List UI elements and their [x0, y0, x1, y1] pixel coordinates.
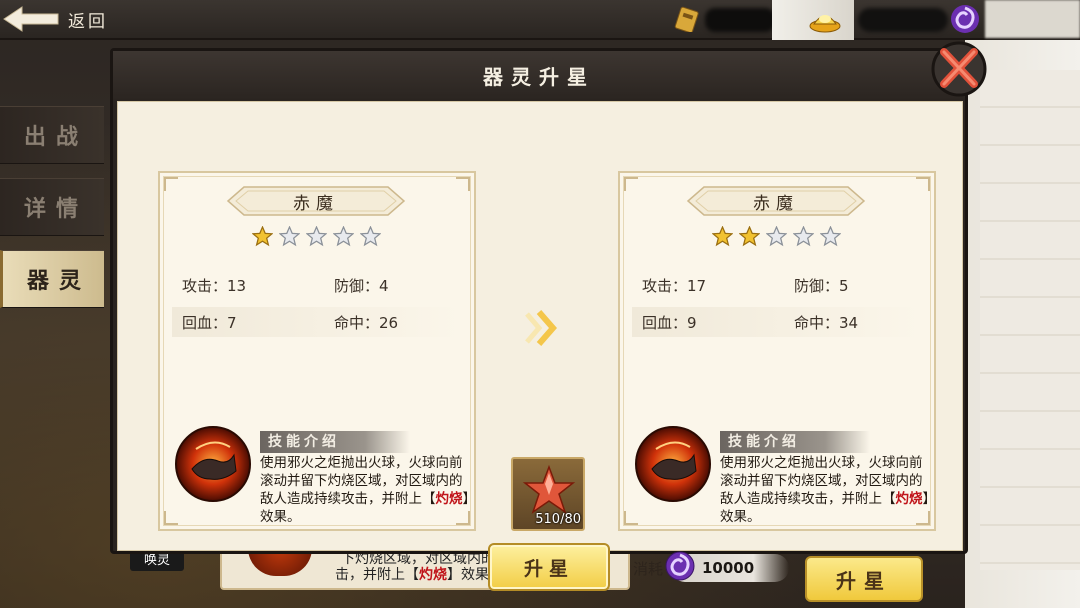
skill-intro-heading: 技能介绍: [720, 431, 870, 453]
cost-value: 10000: [702, 559, 755, 577]
back-arrow-icon: [3, 6, 59, 32]
top-bar: 返回: [0, 0, 1080, 40]
background-skill-text: 下灼烧区域，对区域内的敌人造成持续攻 击，并附上【灼烧】效果。: [335, 551, 593, 584]
stat-row: 攻击：13 防御：4: [172, 270, 462, 300]
material-count: 510/80: [535, 512, 581, 527]
hit-stat: 命中：26: [334, 313, 399, 332]
spirit-counter-blurred: [985, 0, 1080, 38]
name-plate: 赤魔: [226, 183, 406, 219]
tab-spirit[interactable]: 器灵: [0, 250, 104, 308]
star-empty-icon: [820, 226, 841, 247]
star-empty-icon: [766, 226, 787, 247]
star-rating: [252, 226, 381, 250]
current-spirit-card: 赤魔 攻击：13 防御：4 回血：7 命中：26 技能介绍 使用邪火之炬抛出火球…: [158, 171, 476, 531]
upgrade-material-slot[interactable]: 510/80: [511, 457, 585, 531]
tab-deploy[interactable]: 出战: [0, 106, 104, 164]
name-plate: 赤魔: [686, 183, 866, 219]
background-upgrade-button: 升星: [805, 556, 923, 602]
upgrade-star-button[interactable]: 升星: [488, 543, 610, 591]
cost-label: 消耗: [633, 560, 664, 578]
card-corner-ornament: [164, 511, 178, 525]
card-corner-ornament: [624, 511, 638, 525]
skill-keyword: 灼烧: [435, 491, 463, 507]
hit-stat: 命中：34: [794, 313, 859, 332]
gold-ingot-icon: [809, 15, 841, 33]
resource-counter-blurred: [705, 8, 775, 32]
skill-description: 使用邪火之炬抛出火球，火球向前滚动并留下灼烧区域，对区域内的敌人造成持续攻击，并…: [260, 454, 474, 526]
star-empty-icon: [793, 226, 814, 247]
skill-keyword: 灼烧: [895, 491, 923, 507]
spirit-orb-icon: [951, 5, 979, 33]
side-tabs: 出战 详情 器灵: [0, 106, 104, 322]
tab-details[interactable]: 详情: [0, 178, 104, 236]
skill-desc-text: 使用邪火之炬抛出火球，火球向前滚动并留下灼烧区域，对区域内的敌人造成持续攻击，并…: [260, 455, 463, 507]
star-filled-icon: [739, 226, 760, 247]
star-upgrade-modal: 器灵升星 赤魔 攻击：13 防御：4 回血：7 命中：26 技能介绍 使用邪火之…: [110, 48, 968, 591]
attack-stat: 攻击：13: [182, 276, 247, 295]
star-empty-icon: [279, 226, 300, 247]
star-rating: [712, 226, 841, 250]
back-button[interactable]: 返回: [0, 4, 130, 34]
star-filled-icon: [712, 226, 733, 247]
modal-header: 器灵升星: [113, 51, 965, 99]
skill-description: 使用邪火之炬抛出火球，火球向前滚动并留下灼烧区域，对区域内的敌人造成持续攻击，并…: [720, 454, 934, 526]
background-list-pane: [980, 70, 1080, 570]
gold-counter-blurred: [858, 8, 948, 32]
spirit-orb-icon: [665, 551, 695, 581]
star-empty-icon: [306, 226, 327, 247]
ticket-icon: [674, 6, 699, 32]
next-spirit-card: 赤魔 攻击：17 防御：5 回血：9 命中：34 技能介绍 使用邪火之炬抛出火球…: [618, 171, 936, 531]
card-corner-ornament: [916, 177, 930, 191]
background-skill-keyword: 灼烧: [419, 567, 447, 583]
heal-stat: 回血：9: [642, 313, 697, 332]
modal-title: 器灵升星: [483, 64, 595, 89]
skill-fire-icon: [635, 426, 711, 502]
skill-intro-heading: 技能介绍: [260, 431, 410, 453]
spirit-name: 赤魔: [753, 193, 799, 214]
skill-desc-text: 使用邪火之炬抛出火球，火球向前滚动并留下灼烧区域，对区域内的敌人造成持续攻击，并…: [720, 455, 923, 507]
skill-fire-icon: [175, 426, 251, 502]
back-label: 返回: [68, 11, 108, 32]
red-star-crystal-icon: [522, 465, 576, 514]
defense-stat: 防御：4: [334, 276, 389, 295]
modal-body: 赤魔 攻击：13 防御：4 回血：7 命中：26 技能介绍 使用邪火之炬抛出火球…: [117, 101, 963, 591]
card-corner-ornament: [624, 177, 638, 191]
star-empty-icon: [360, 226, 381, 247]
stat-row: 回血：7 命中：26: [172, 307, 462, 337]
attack-stat: 攻击：17: [642, 276, 707, 295]
close-icon[interactable]: [930, 40, 988, 98]
defense-stat: 防御：5: [794, 276, 849, 295]
stat-row: 攻击：17 防御：5: [632, 270, 922, 300]
stat-row: 回血：9 命中：34: [632, 307, 922, 337]
star-empty-icon: [333, 226, 354, 247]
spirit-name: 赤魔: [293, 193, 339, 214]
background-huanling-label: 唤灵: [130, 551, 184, 571]
card-corner-ornament: [456, 177, 470, 191]
background-skill-text-pre: 击，并附上【: [335, 567, 419, 583]
card-corner-ornament: [164, 177, 178, 191]
upgrade-arrow-icon: [525, 310, 557, 346]
heal-stat: 回血：7: [182, 313, 237, 332]
star-filled-icon: [252, 226, 273, 247]
